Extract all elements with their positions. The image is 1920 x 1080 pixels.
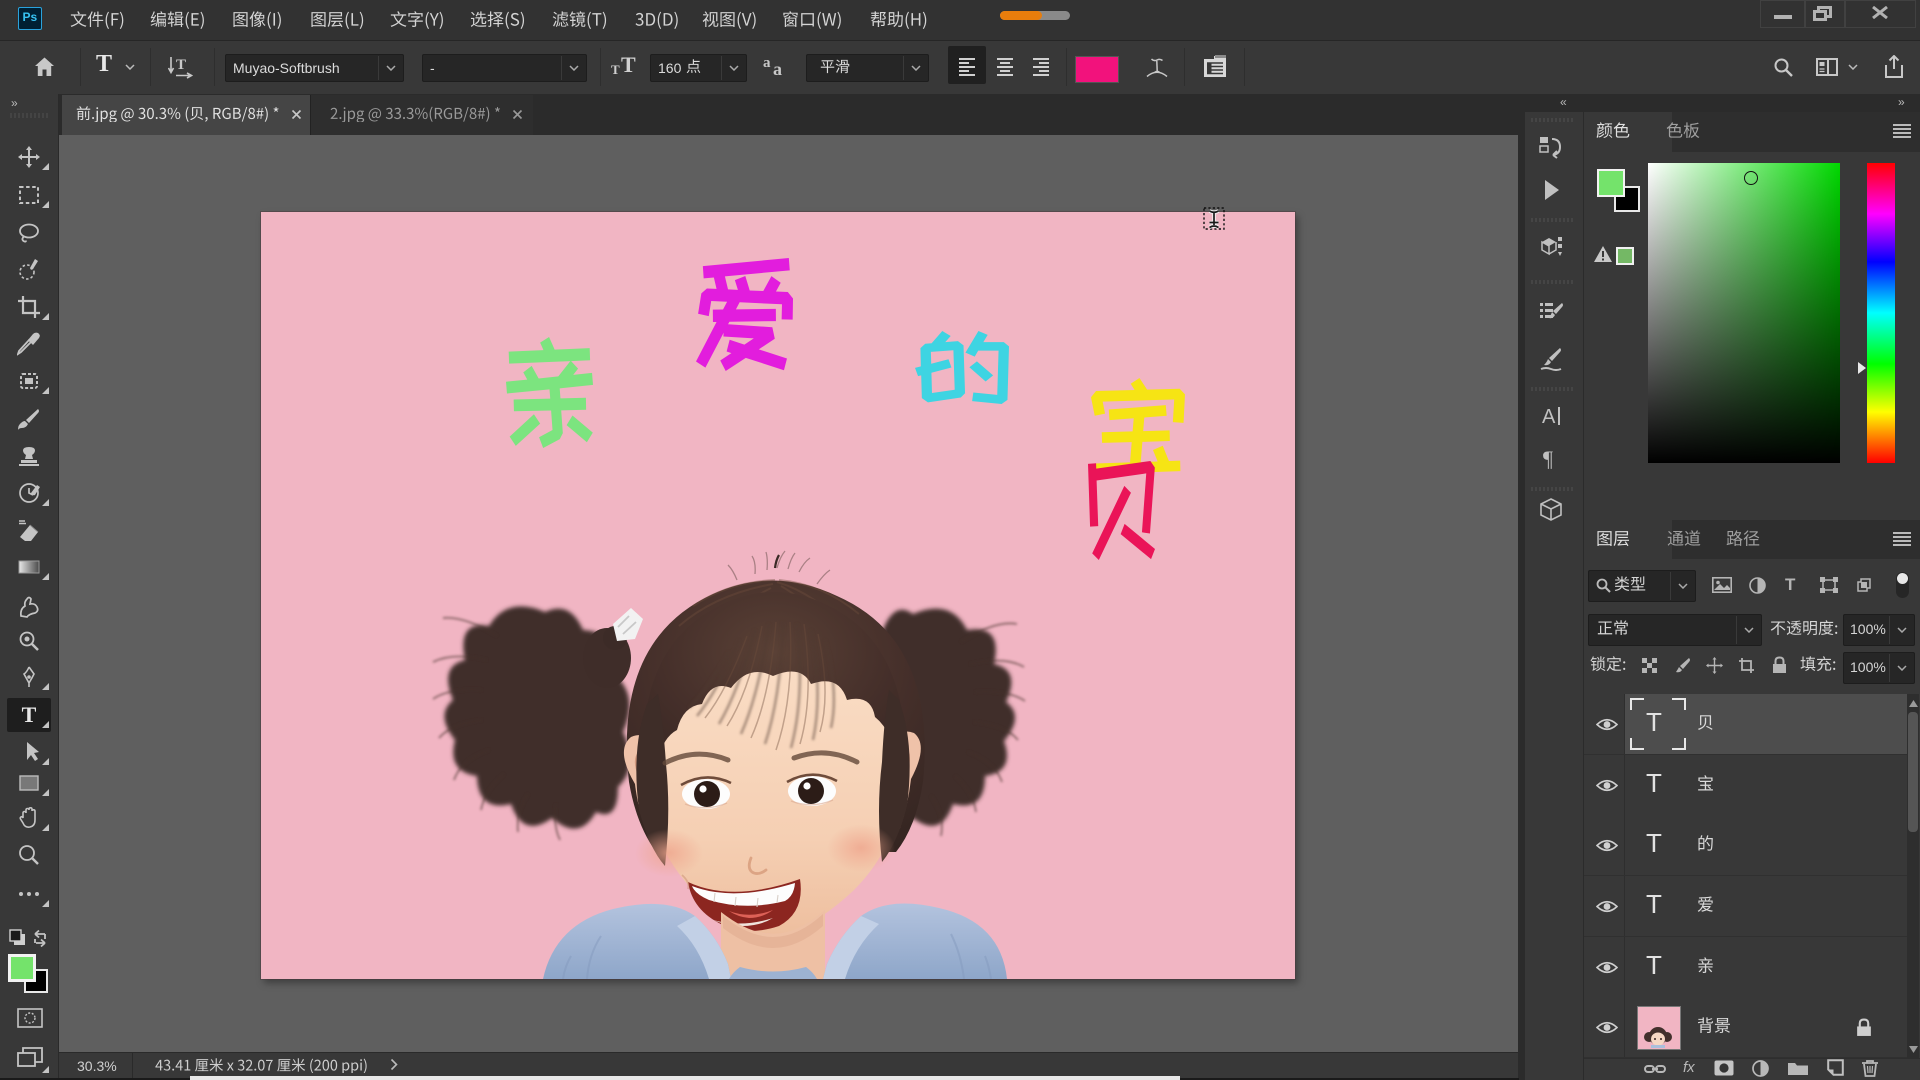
svg-text:T: T	[22, 703, 37, 727]
svg-text:A: A	[1542, 406, 1556, 428]
svg-text:¶: ¶	[1543, 446, 1553, 471]
svg-text:T: T	[176, 57, 186, 73]
